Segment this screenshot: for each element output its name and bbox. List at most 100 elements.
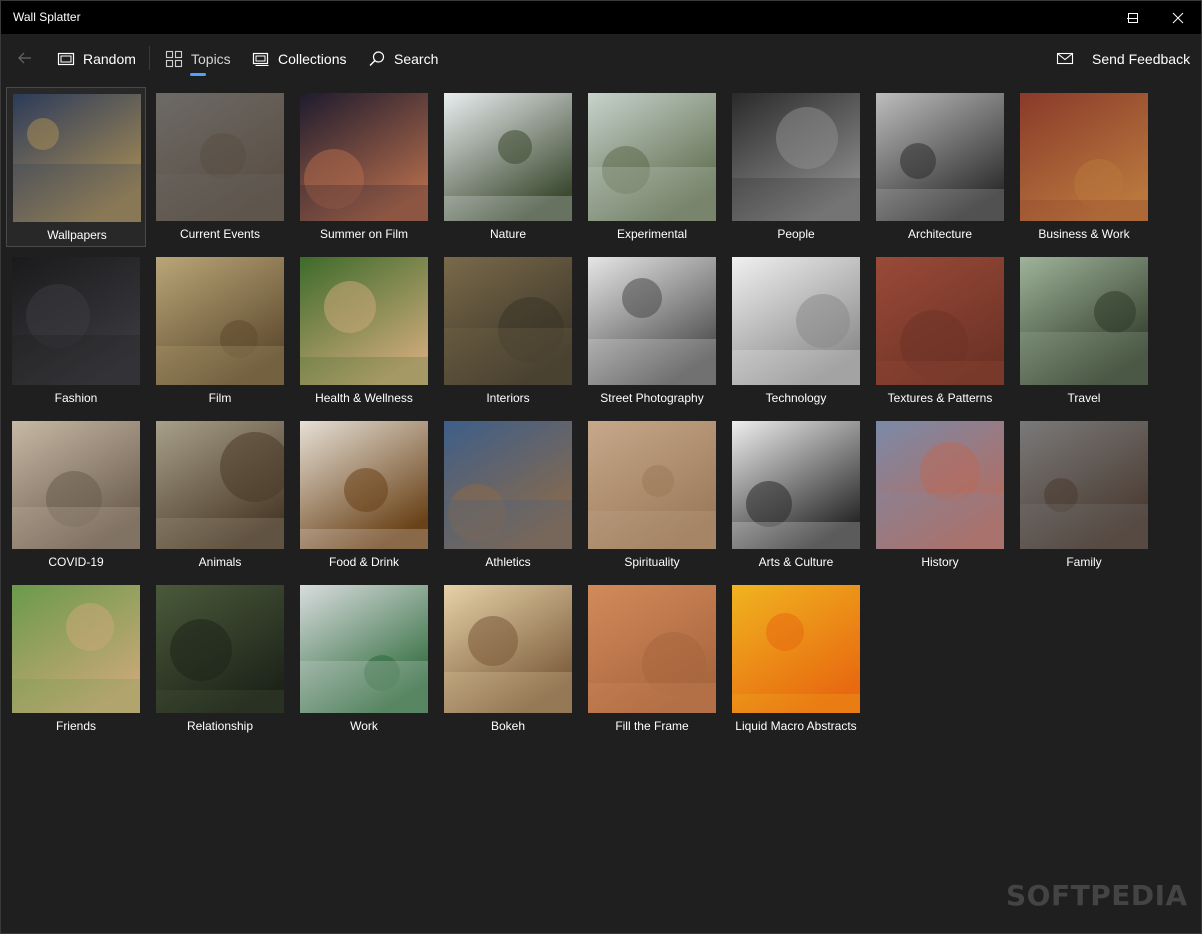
topic-label: Summer on Film <box>319 227 408 241</box>
watermark: SOFTPEDIA <box>1006 879 1188 912</box>
topic-thumbnail <box>1020 257 1148 385</box>
topic-label: Fill the Frame <box>615 719 689 733</box>
topic-tile[interactable]: Street Photography <box>582 251 722 411</box>
topic-label: Architecture <box>907 227 973 241</box>
topic-label: Current Events <box>179 227 261 241</box>
topic-label: Relationship <box>186 719 254 733</box>
topic-label: Bokeh <box>490 719 526 733</box>
title-bar: Wall Splatter <box>1 1 1201 34</box>
topic-tile[interactable]: Athletics <box>438 415 578 575</box>
topic-tile[interactable]: History <box>870 415 1010 575</box>
app-window: Wall Splatter Random Topics Collections … <box>0 0 1202 934</box>
send-feedback-button[interactable]: Send Feedback <box>1056 48 1190 70</box>
topic-thumbnail <box>732 93 860 221</box>
topic-label: Friends <box>55 719 96 733</box>
topic-thumbnail <box>732 421 860 549</box>
topic-thumbnail <box>12 257 140 385</box>
topic-tile[interactable]: Interiors <box>438 251 578 411</box>
topic-tile[interactable]: Food & Drink <box>294 415 434 575</box>
topic-tile[interactable]: COVID-19 <box>6 415 146 575</box>
topic-label: Family <box>1066 555 1102 569</box>
send-feedback-label: Send Feedback <box>1092 51 1191 67</box>
nav-search-label: Search <box>394 51 439 67</box>
topic-thumbnail <box>300 421 428 549</box>
mail-icon <box>1056 52 1074 65</box>
top-nav: Random Topics Collections Search Send Fe… <box>1 34 1201 82</box>
topic-label: People <box>777 227 815 241</box>
back-arrow-icon <box>18 52 31 64</box>
topic-label: Interiors <box>486 391 530 405</box>
topic-tile[interactable]: Nature <box>438 87 578 247</box>
window-title: Wall Splatter <box>13 10 81 24</box>
topic-thumbnail <box>444 93 572 221</box>
nav-collections[interactable]: Collections <box>252 48 346 70</box>
nav-topics[interactable]: Topics <box>165 48 231 70</box>
topic-thumbnail <box>732 585 860 713</box>
topic-thumbnail <box>156 93 284 221</box>
topic-tile[interactable]: Technology <box>726 251 866 411</box>
maximize-icon <box>1128 12 1138 23</box>
topic-thumbnail <box>13 94 141 222</box>
close-icon <box>1172 12 1184 23</box>
collections-icon <box>252 52 269 66</box>
topic-label: Food & Drink <box>328 555 400 569</box>
topic-tile[interactable]: Arts & Culture <box>726 415 866 575</box>
topic-label: Textures & Patterns <box>887 391 993 405</box>
topic-thumbnail <box>300 585 428 713</box>
topic-label: Travel <box>1067 391 1101 405</box>
topic-label: Fashion <box>54 391 98 405</box>
topic-label: Wallpapers <box>47 228 107 242</box>
active-tab-indicator <box>190 73 206 76</box>
topic-tile[interactable]: Film <box>150 251 290 411</box>
topic-thumbnail <box>588 257 716 385</box>
topic-tile[interactable]: Current Events <box>150 87 290 247</box>
nav-topics-label: Topics <box>191 51 231 67</box>
topic-label: Business & Work <box>1038 227 1130 241</box>
topic-tile[interactable]: Fill the Frame <box>582 579 722 739</box>
image-frame-icon <box>57 52 75 66</box>
grid-icon <box>165 50 183 68</box>
topic-tile[interactable]: Animals <box>150 415 290 575</box>
topic-tile[interactable]: Liquid Macro Abstracts <box>726 579 866 739</box>
topic-thumbnail <box>300 257 428 385</box>
topic-label: History <box>921 555 959 569</box>
topic-tile[interactable]: Summer on Film <box>294 87 434 247</box>
close-button[interactable] <box>1155 1 1201 34</box>
topic-label: Health & Wellness <box>315 391 413 405</box>
topic-thumbnail <box>588 421 716 549</box>
topic-tile[interactable]: Work <box>294 579 434 739</box>
nav-search[interactable]: Search <box>368 48 438 70</box>
topic-tile[interactable]: Fashion <box>6 251 146 411</box>
topic-tile[interactable]: Bokeh <box>438 579 578 739</box>
topic-tile[interactable]: Friends <box>6 579 146 739</box>
topic-tile[interactable]: Wallpapers <box>6 87 146 247</box>
topic-label: Liquid Macro Abstracts <box>735 719 857 733</box>
topic-label: Spirituality <box>624 555 680 569</box>
topic-thumbnail <box>588 585 716 713</box>
topic-tile[interactable]: Architecture <box>870 87 1010 247</box>
topic-thumbnail <box>876 257 1004 385</box>
topic-thumbnail <box>156 585 284 713</box>
topic-thumbnail <box>300 93 428 221</box>
topic-tile[interactable]: Travel <box>1014 251 1154 411</box>
topic-tile[interactable]: Relationship <box>150 579 290 739</box>
topic-label: Work <box>350 719 378 733</box>
topic-tile[interactable]: Experimental <box>582 87 722 247</box>
topic-tile[interactable]: Health & Wellness <box>294 251 434 411</box>
maximize-button[interactable] <box>1110 1 1156 34</box>
topic-thumbnail <box>732 257 860 385</box>
topic-tile[interactable]: People <box>726 87 866 247</box>
topic-tile[interactable]: Spirituality <box>582 415 722 575</box>
topic-tile[interactable]: Textures & Patterns <box>870 251 1010 411</box>
topic-thumbnail <box>444 421 572 549</box>
back-button[interactable] <box>13 48 37 68</box>
topic-label: Film <box>208 391 232 405</box>
topic-tile[interactable]: Family <box>1014 415 1154 575</box>
topic-tile[interactable]: Business & Work <box>1014 87 1154 247</box>
topic-label: Technology <box>765 391 827 405</box>
topic-label: Street Photography <box>600 391 704 405</box>
topic-label: Nature <box>489 227 527 241</box>
nav-random[interactable]: Random <box>57 48 136 70</box>
topic-thumbnail <box>12 421 140 549</box>
nav-divider <box>149 46 150 70</box>
